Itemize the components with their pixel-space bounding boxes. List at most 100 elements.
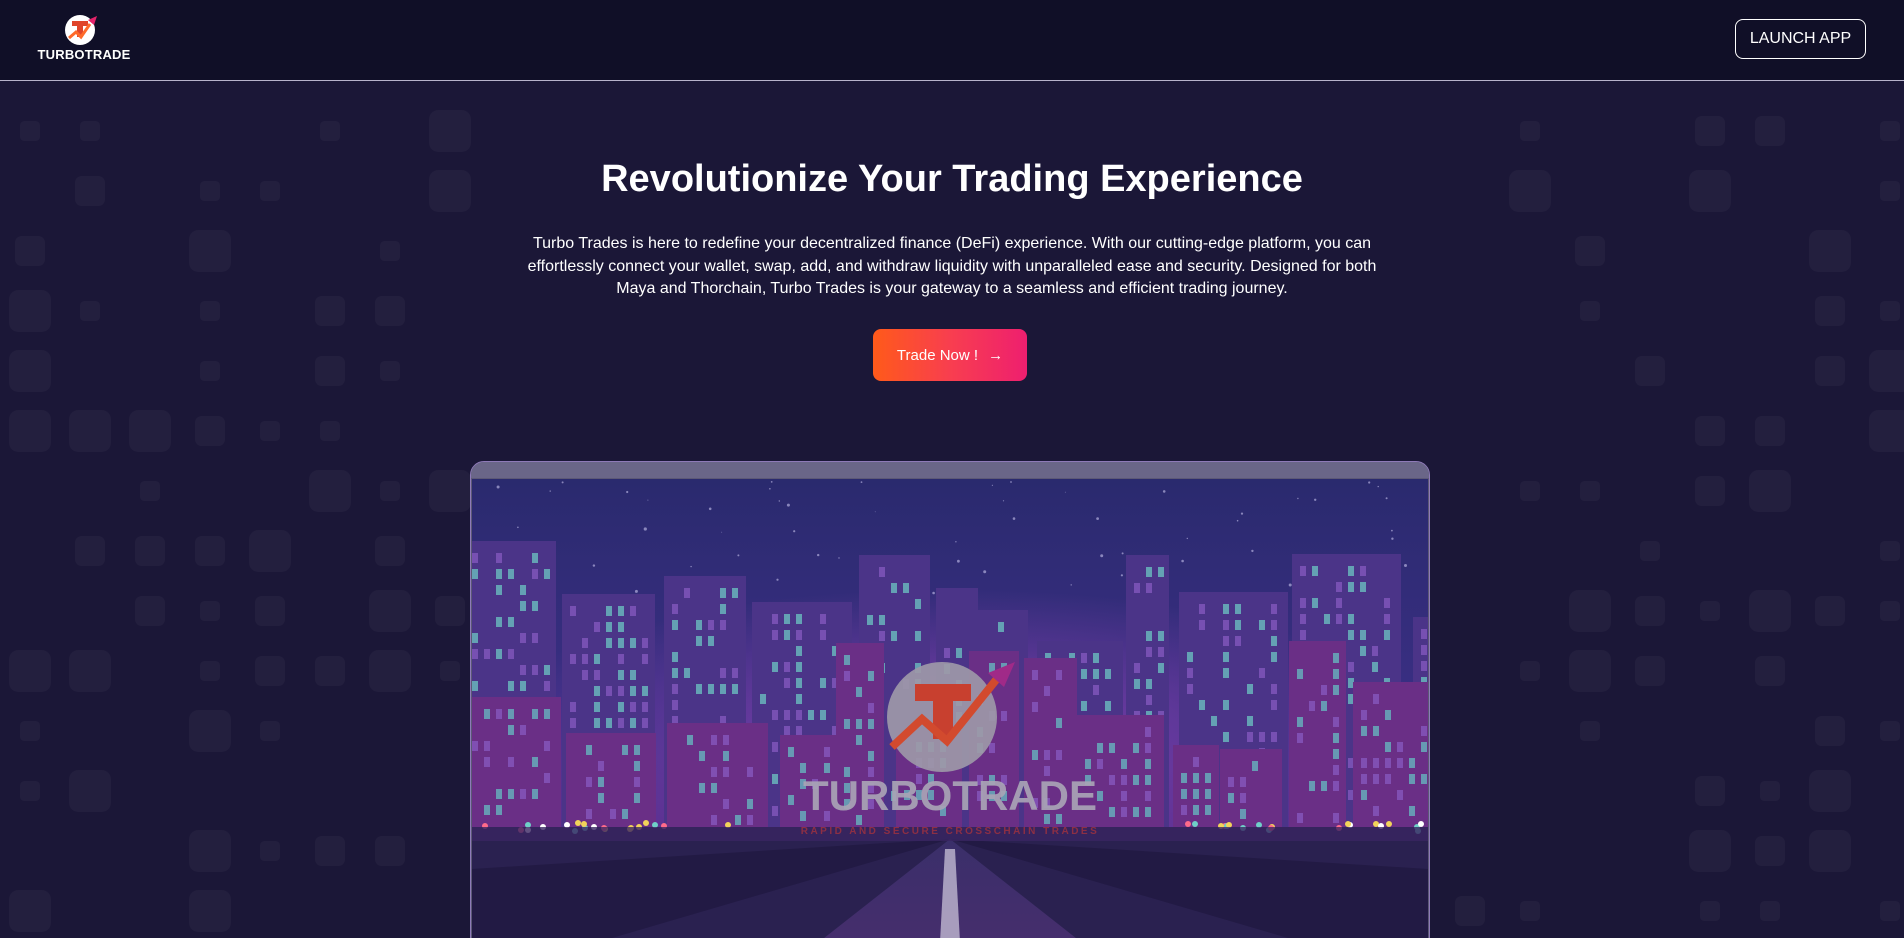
background-square (1815, 296, 1845, 326)
background-square (320, 121, 340, 141)
background-square (1640, 541, 1660, 561)
background-square (69, 650, 111, 692)
background-square (1569, 650, 1611, 692)
landing-page: TURBOTRADE LAUNCH APP Revolutionize Your… (0, 0, 1904, 938)
preview-brand-tagline: RAPID AND SECURE CROSSCHAIN TRADES (801, 826, 1100, 837)
background-square (1815, 356, 1845, 386)
background-square (1695, 416, 1725, 446)
background-square (140, 481, 160, 501)
background-square (260, 721, 280, 741)
hero-title: Revolutionize Your Trading Experience (601, 158, 1303, 200)
background-square (315, 836, 345, 866)
background-square (69, 410, 111, 452)
background-square (1869, 350, 1904, 392)
background-square (189, 830, 231, 872)
background-square (375, 536, 405, 566)
background-square (9, 890, 51, 932)
app-preview-frame: TURBOTRADE RAPID AND SECURE CROSSCHAIN T… (470, 461, 1430, 938)
trade-now-button[interactable]: Trade Now ! → (873, 329, 1027, 381)
background-square (195, 416, 225, 446)
background-square (380, 481, 400, 501)
background-square (1520, 481, 1540, 501)
city-illustration: TURBOTRADE RAPID AND SECURE CROSSCHAIN T… (472, 479, 1428, 938)
background-square (1755, 416, 1785, 446)
background-square (75, 536, 105, 566)
background-square (1569, 590, 1611, 632)
background-square (255, 596, 285, 626)
background-square (15, 236, 45, 266)
background-square (20, 721, 40, 741)
background-square (1815, 716, 1845, 746)
background-square (375, 836, 405, 866)
logo-wordmark: TURBOTRADE (37, 47, 131, 62)
background-square (9, 350, 51, 392)
background-square (1689, 830, 1731, 872)
background-square (249, 530, 291, 572)
background-square (9, 410, 51, 452)
background-square (80, 301, 100, 321)
background-square (1520, 661, 1540, 681)
background-square (1580, 301, 1600, 321)
background-square (1869, 410, 1904, 452)
background-square (1580, 721, 1600, 741)
trade-now-label: Trade Now ! (896, 346, 979, 364)
arrow-right-icon: → (988, 346, 1004, 364)
background-square (1880, 121, 1900, 141)
background-square (1695, 776, 1725, 806)
background-square (255, 656, 285, 686)
background-square (9, 290, 51, 332)
preview-brand-name: TURBOTRADE (803, 772, 1097, 819)
app-preview-image: TURBOTRADE RAPID AND SECURE CROSSCHAIN T… (472, 479, 1428, 938)
background-square (189, 710, 231, 752)
background-square (135, 536, 165, 566)
background-square (200, 361, 220, 381)
background-square (1880, 721, 1900, 741)
background-square (1635, 596, 1665, 626)
top-header: TURBOTRADE LAUNCH APP (0, 0, 1904, 81)
background-square (20, 781, 40, 801)
background-square (129, 410, 171, 452)
background-square (1755, 116, 1785, 146)
background-square (1880, 601, 1900, 621)
background-square (260, 841, 280, 861)
turbotrade-logo[interactable]: TURBOTRADE (36, 12, 132, 68)
background-square (200, 301, 220, 321)
background-square (440, 661, 460, 681)
background-square (1749, 590, 1791, 632)
preview-frame-bar (471, 462, 1429, 478)
background-square (429, 470, 471, 512)
background-square (260, 421, 280, 441)
background-square (1760, 901, 1780, 921)
background-square (1755, 836, 1785, 866)
background-square (200, 661, 220, 681)
background-square (189, 230, 231, 272)
turbotrade-logo-icon (65, 15, 97, 45)
background-square (429, 110, 471, 152)
launch-app-button[interactable]: LAUNCH APP (1735, 19, 1866, 59)
background-square (80, 121, 100, 141)
background-square (369, 590, 411, 632)
background-square (435, 596, 465, 626)
background-square (189, 890, 231, 932)
background-square (69, 770, 111, 812)
background-square (1809, 770, 1851, 812)
background-square (1809, 830, 1851, 872)
background-square (380, 241, 400, 261)
background-square (1749, 470, 1791, 512)
background-square (380, 361, 400, 381)
background-square (1575, 236, 1605, 266)
hero-description: Turbo Trades is here to redefine your de… (527, 235, 1377, 297)
background-square (375, 296, 405, 326)
background-square (1635, 356, 1665, 386)
background-square (1455, 896, 1485, 926)
background-square (315, 656, 345, 686)
background-square (20, 121, 40, 141)
background-square (315, 356, 345, 386)
background-square (1880, 301, 1900, 321)
background-square (135, 596, 165, 626)
background-square (1880, 541, 1900, 561)
background-square (195, 536, 225, 566)
background-square (1700, 901, 1720, 921)
background-square (309, 470, 351, 512)
background-square (1700, 601, 1720, 621)
